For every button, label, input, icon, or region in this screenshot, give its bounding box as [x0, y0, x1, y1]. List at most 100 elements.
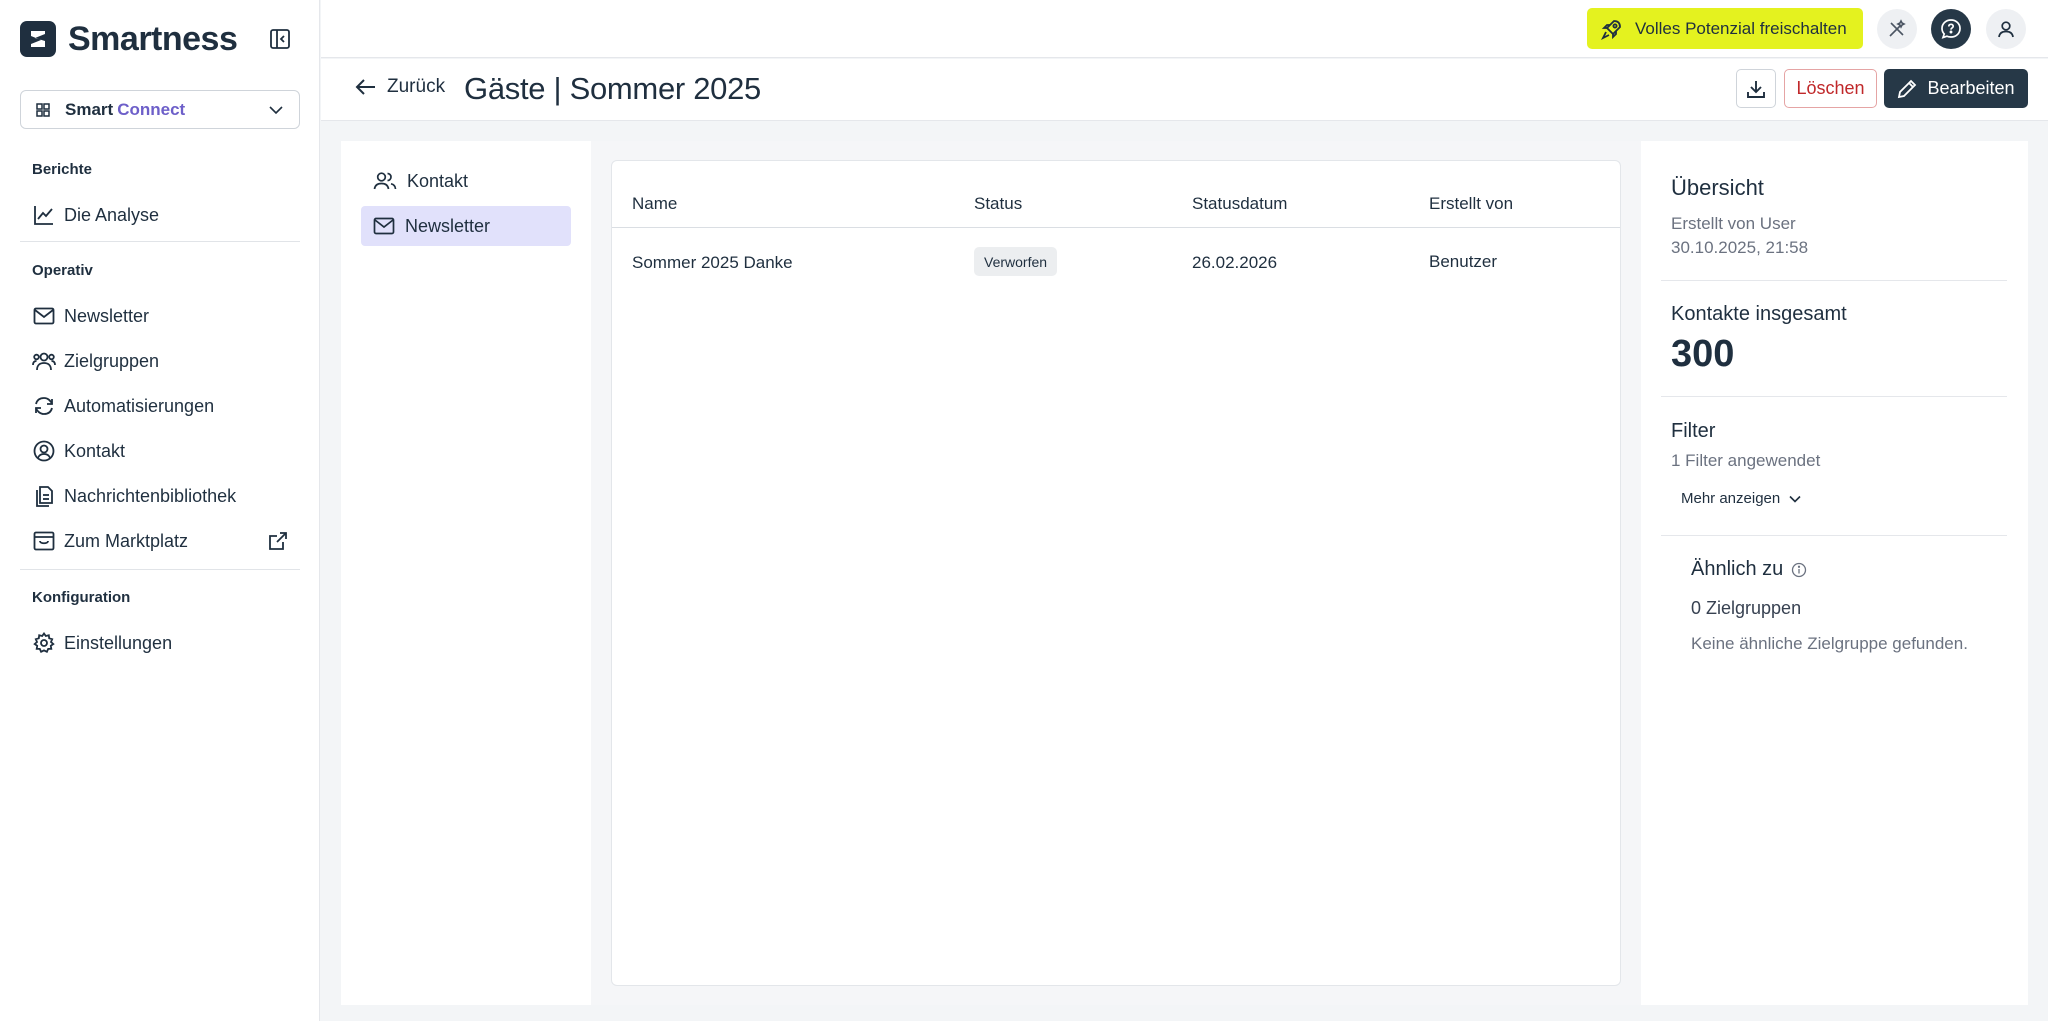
- rocket-icon: [1601, 19, 1621, 40]
- overview-divider: [1661, 396, 2007, 397]
- created-at-text: 30.10.2025, 21:58: [1671, 238, 1809, 257]
- column-header-status[interactable]: Status: [974, 194, 1022, 214]
- documents-icon: [32, 484, 56, 508]
- sidebar-collapse-icon: [270, 29, 290, 49]
- section-label-konfiguration: Konfiguration: [32, 589, 131, 606]
- upgrade-button[interactable]: Volles Potenzial freischalten: [1587, 8, 1863, 49]
- filter-title: Filter: [1671, 420, 1716, 442]
- help-chat-icon: [1941, 19, 1961, 39]
- users-icon: [32, 349, 56, 373]
- app-switcher-product: Connect: [117, 99, 186, 119]
- sidebar-item-label: Zum Marktplatz: [64, 530, 189, 551]
- newsletter-table: Name Status Statusdatum Erstellt von Som…: [611, 160, 1621, 986]
- section-tabs-panel: Kontakt Newsletter: [341, 141, 591, 1005]
- users-icon: [373, 172, 397, 190]
- brand-logo-icon: [20, 21, 56, 57]
- arrow-left-icon: [355, 79, 375, 95]
- column-header-erstellt-von[interactable]: Erstellt von: [1429, 194, 1513, 214]
- sidebar-item-zielgruppen[interactable]: Zielgruppen: [20, 342, 300, 380]
- download-icon: [1747, 80, 1765, 98]
- contacts-total-label: Kontakte insgesamt: [1671, 303, 1847, 325]
- column-header-name[interactable]: Name: [632, 194, 677, 214]
- status-badge: Verworfen: [974, 247, 1058, 276]
- section-label-operativ: Operativ: [32, 262, 93, 279]
- sidebar-item-automatisierungen[interactable]: Automatisierungen: [20, 387, 300, 425]
- brand-name: Smartness: [68, 19, 238, 58]
- filter-summary: 1 Filter angewendet: [1671, 451, 1821, 470]
- overview-divider: [1661, 280, 2007, 281]
- app-switcher-name: Smart: [65, 99, 114, 119]
- sidebar-item-kontakt[interactable]: Kontakt: [20, 432, 300, 470]
- page-header: Zurück Gäste | Sommer 2025 Löschen Bearb…: [321, 59, 2048, 121]
- chart-line-icon: [32, 203, 56, 227]
- similar-count: 0 Zielgruppen: [1691, 598, 1802, 618]
- column-header-statusdatum[interactable]: Statusdatum: [1192, 194, 1287, 214]
- sidebar-item-nachrichtenbibliothek[interactable]: Nachrichtenbibliothek: [20, 477, 300, 515]
- user-icon: [1998, 21, 2014, 38]
- section-label-berichte: Berichte: [32, 161, 93, 178]
- overview-divider: [1661, 535, 2007, 536]
- overview-title: Übersicht: [1671, 175, 1764, 200]
- external-link-icon: [268, 531, 288, 551]
- contacts-total-value: 300: [1671, 333, 1735, 375]
- sidebar-item-label: Automatisierungen: [64, 395, 215, 416]
- chevron-down-icon: [1789, 495, 1801, 503]
- mail-icon: [32, 304, 56, 328]
- sidebar-item-zum-marktplatz[interactable]: Zum Marktplatz: [20, 522, 300, 560]
- created-by-text: Erstellt von User: [1671, 214, 1796, 233]
- store-icon: [32, 529, 56, 553]
- tab-kontakt[interactable]: Kontakt: [361, 161, 571, 201]
- collapse-sidebar-button[interactable]: [266, 25, 294, 53]
- back-link[interactable]: Zurück: [355, 76, 445, 98]
- upgrade-button-label: Volles Potenzial freischalten: [1635, 18, 1847, 38]
- delete-button[interactable]: Löschen: [1784, 69, 1877, 108]
- help-button[interactable]: [1931, 9, 1971, 49]
- user-menu-button[interactable]: [1986, 9, 2026, 49]
- cell-status-date: 26.02.2026: [1192, 253, 1278, 272]
- sidebar-item-label: Die Analyse: [64, 204, 160, 225]
- refresh-icon: [32, 394, 56, 418]
- tab-newsletter[interactable]: Newsletter: [361, 206, 571, 246]
- similar-title-row: Ähnlich zu: [1691, 558, 1807, 581]
- back-link-label: Zurück: [387, 76, 446, 97]
- sidebar-item-label: Nachrichtenbibliothek: [64, 485, 237, 506]
- info-icon[interactable]: [1791, 562, 1807, 578]
- table-row[interactable]: Sommer 2025 Danke Verworfen 26.02.2026 B…: [612, 228, 1620, 300]
- brand-row: Smartness: [20, 18, 294, 60]
- delete-button-label: Löschen: [1796, 78, 1865, 98]
- chevron-down-icon: [269, 105, 283, 114]
- similar-title: Ähnlich zu: [1691, 558, 1784, 580]
- magic-wand-icon: [1889, 19, 1906, 37]
- grid-icon: [36, 102, 50, 117]
- edit-button-label: Bearbeiten: [1927, 78, 2015, 98]
- top-bar: Volles Potenzial freischalten: [321, 0, 2048, 58]
- tab-label: Newsletter: [405, 215, 491, 236]
- cell-name: Sommer 2025 Danke: [632, 253, 793, 272]
- sidebar-item-label: Kontakt: [64, 440, 126, 461]
- gear-icon: [32, 631, 56, 655]
- page-title: Gäste | Sommer 2025: [464, 71, 761, 106]
- user-circle-icon: [32, 439, 56, 463]
- sidebar-divider: [20, 241, 300, 242]
- magic-wand-button[interactable]: [1877, 9, 1917, 49]
- sidebar-item-label: Newsletter: [64, 305, 150, 326]
- pencil-icon: [1898, 79, 1917, 98]
- download-button[interactable]: [1736, 69, 1776, 108]
- sidebar-item-newsletter[interactable]: Newsletter: [20, 297, 300, 335]
- sidebar-item-label: Einstellungen: [64, 632, 173, 653]
- sidebar-item-die-analyse[interactable]: Die Analyse: [20, 196, 300, 234]
- sidebar-item-label: Zielgruppen: [64, 350, 160, 371]
- show-more-link[interactable]: Mehr anzeigen: [1681, 490, 1802, 507]
- overview-panel: Übersicht Erstellt von User 30.10.2025, …: [1641, 141, 2028, 1005]
- cell-created-by: Benutzer: [1429, 252, 1498, 271]
- edit-button[interactable]: Bearbeiten: [1884, 69, 2028, 108]
- app-switcher[interactable]: Smart Connect: [20, 90, 300, 129]
- sidebar-divider: [20, 569, 300, 570]
- show-more-label: Mehr anzeigen: [1681, 490, 1781, 507]
- tab-label: Kontakt: [407, 170, 469, 191]
- content-area: Name Status Statusdatum Erstellt von Som…: [591, 141, 1641, 1005]
- sidebar: Smartness Smart Connect Berichte Die Ana…: [0, 0, 320, 1021]
- similar-empty-text: Keine ähnliche Zielgruppe gefunden.: [1691, 634, 1968, 653]
- sidebar-item-einstellungen[interactable]: Einstellungen: [20, 624, 300, 662]
- mail-icon: [373, 217, 395, 235]
